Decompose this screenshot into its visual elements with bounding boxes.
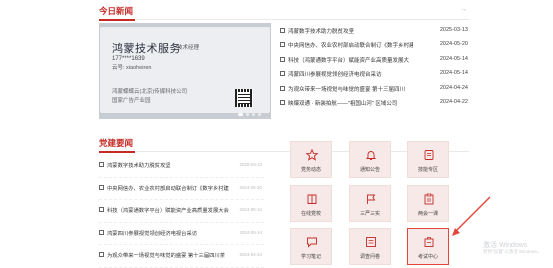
card-company: 鸿蒙蝶蝶云(北京)传媒科技公司 xyxy=(112,89,188,95)
document-icon xyxy=(280,56,285,62)
news-item[interactable]: 科技（鸿蒙通数字平台）赋能资产业高质量发展大 2024-05-14 xyxy=(280,55,470,69)
qr-code-icon xyxy=(235,89,253,107)
party-section-title: 党建要闻 xyxy=(99,138,136,153)
business-card-image: 鸿蒙技术服务 技术经理 177****1639 云号: xiaoheiren 鸿… xyxy=(100,27,270,113)
party-news-title[interactable]: 中央网信办、农业农村部启动联合制订《数字乡村建 xyxy=(107,184,235,192)
news-item-date: 2024-05-20 xyxy=(439,41,468,48)
document-icon xyxy=(280,71,285,77)
news-item-title[interactable]: 科技（鸿蒙通数字平台）赋能资产业高质量发展大 xyxy=(288,56,413,64)
party-news-item[interactable]: 科技（鸿蒙通数字平台）赋能资产业高质量发展大会 2024-05-14 xyxy=(99,200,264,223)
news-item-date: 2024-04-22 xyxy=(439,98,468,105)
news-item-date: 2024-05-14 xyxy=(439,70,468,77)
flag-icon xyxy=(367,194,376,204)
document-icon xyxy=(99,207,104,212)
card-phone: 177****1639 xyxy=(112,56,145,62)
document-icon xyxy=(280,42,285,48)
tile-label: 党务动态 xyxy=(300,167,321,173)
news-item-title[interactable]: 鸿蒙数字技术助力脱贫攻坚 xyxy=(288,27,413,35)
news-item-date: 2024-05-14 xyxy=(439,55,468,62)
news-carousel[interactable]: 鸿蒙技术服务 技术经理 177****1639 云号: xiaoheiren 鸿… xyxy=(99,23,271,119)
card-role: 技术经理 xyxy=(177,45,200,51)
news-section-header: 今日新闻 → xyxy=(99,2,469,21)
news-item[interactable]: 映爆双通 · 新装拍航——"祖国山河" 区域公司 2024-04-22 xyxy=(280,98,470,112)
party-news-item[interactable]: 鸿蒙四川参展视觉领创经济电视台采访 2024-05-14 xyxy=(99,223,264,245)
tile-label: 通知公告 xyxy=(359,167,380,173)
card-park: 国家广告产业园 xyxy=(112,98,151,104)
news-item-title[interactable]: 映爆双通 · 新装拍航——"祖国山河" 区域公司 xyxy=(288,99,413,107)
windows-watermark-subtitle: 转到"设置"以激活 Windows。 xyxy=(483,249,542,254)
badge-icon xyxy=(424,150,434,160)
tile-notice[interactable]: 通知公告 xyxy=(349,141,391,178)
tile-label: 在线党校 xyxy=(300,211,321,217)
document-icon xyxy=(99,252,104,257)
book-icon xyxy=(307,194,317,204)
tile-survey[interactable]: 调查问卷 xyxy=(349,228,391,265)
news-item[interactable]: 中央网信办、农业农村部启动联合制订《数字乡村建 2024-05-20 xyxy=(280,40,470,54)
carousel-dot[interactable] xyxy=(246,113,249,116)
carousel-dots xyxy=(238,113,261,116)
news-item-title[interactable]: 为观众带来一场视觉与味觉的盛宴 第十三届四川 xyxy=(288,85,413,93)
tile-meetings[interactable]: 两会一课 xyxy=(407,185,449,222)
news-item-title[interactable]: 鸿蒙四川参展视觉领创经济电视台采访 xyxy=(288,70,413,78)
tile-online-school[interactable]: 在线党校 xyxy=(290,185,332,222)
document-icon xyxy=(99,229,104,235)
carousel-dot[interactable] xyxy=(252,113,255,116)
party-news-item[interactable]: 为观众带来一场视觉与味觉的盛宴 第十三届四川茶 2024-04-24 xyxy=(99,245,264,268)
function-grid: 党务动态 通知公告 技能专区 在线党校 三严三实 两会一课 学习笔记 调查问卷 … xyxy=(283,141,469,265)
tile-label: 学习笔记 xyxy=(300,254,321,260)
tile-party-news[interactable]: 党务动态 xyxy=(290,141,332,178)
card-name: 鸿蒙技术服务 xyxy=(112,43,181,55)
carousel-dot[interactable] xyxy=(238,113,243,116)
news-item-date: 2024-04-24 xyxy=(439,84,468,91)
party-news-date: 2024-05-14 xyxy=(239,207,262,212)
tile-label: 技能专区 xyxy=(417,167,438,173)
tile-label: 三严三实 xyxy=(359,211,380,217)
carousel-dot[interactable] xyxy=(258,113,261,116)
document-icon xyxy=(280,28,285,33)
tile-skills[interactable]: 技能专区 xyxy=(407,141,449,178)
clipboard-icon xyxy=(424,193,434,205)
news-more-arrow-icon[interactable]: → xyxy=(460,6,467,13)
news-item[interactable]: 为观众带来一场视觉与味觉的盛宴 第十三届四川 2024-04-24 xyxy=(280,84,470,98)
chat-icon xyxy=(307,237,317,248)
exam-icon xyxy=(424,237,434,247)
party-news-date: 2024-05-20 xyxy=(239,184,262,190)
tile-exam-center[interactable]: 考试中心 xyxy=(407,228,449,265)
tile-study-notes[interactable]: 学习笔记 xyxy=(290,228,332,265)
party-news-date: 2024-05-14 xyxy=(239,229,262,235)
news-item[interactable]: 鸿蒙四川参展视觉领创经济电视台采访 2024-05-14 xyxy=(280,69,470,83)
tile-three-strict[interactable]: 三严三实 xyxy=(349,185,391,222)
party-news-title[interactable]: 科技（鸿蒙通数字平台）赋能资产业高质量发展大会 xyxy=(107,206,235,214)
party-news-title[interactable]: 为观众带来一场视觉与味觉的盛宴 第十三届四川茶 xyxy=(107,251,235,259)
party-news-title[interactable]: 鸿蒙四川参展视觉领创经济电视台采访 xyxy=(107,229,235,237)
party-news-list: 鸿蒙数字技术助力脱贫攻坚 2025-03-13 中央网信办、农业农村部启动联合制… xyxy=(99,155,264,268)
form-icon xyxy=(366,237,376,247)
news-list: 鸿蒙数字技术助力脱贫攻坚 2025-03-13 中央网信办、农业农村部启动联合制… xyxy=(280,26,470,112)
news-item-date: 2025-03-13 xyxy=(439,27,468,33)
party-news-date: 2025-03-13 xyxy=(239,162,262,167)
news-item[interactable]: 鸿蒙数字技术助力脱贫攻坚 2025-03-13 xyxy=(280,26,470,40)
document-icon xyxy=(280,99,285,105)
card-id: 云号: xiaoheiren xyxy=(112,65,152,71)
tile-label: 考试中心 xyxy=(417,254,438,260)
party-news-item[interactable]: 中央网信办、农业农村部启动联合制订《数字乡村建 2024-05-20 xyxy=(99,178,264,200)
tile-label: 调查问卷 xyxy=(359,254,380,260)
star-icon xyxy=(306,149,318,161)
party-news-date: 2024-04-24 xyxy=(239,252,262,257)
document-icon xyxy=(99,184,104,190)
party-news-item[interactable]: 鸿蒙数字技术助力脱贫攻坚 2025-03-13 xyxy=(99,155,264,178)
news-item-title[interactable]: 中央网信办、农业农村部启动联合制订《数字乡村建 xyxy=(288,41,413,49)
bell-icon xyxy=(365,151,377,160)
tile-label: 两会一课 xyxy=(417,211,438,217)
party-news-title[interactable]: 鸿蒙数字技术助力脱贫攻坚 xyxy=(107,161,235,169)
document-icon xyxy=(280,85,285,91)
news-section-title: 今日新闻 xyxy=(99,6,136,21)
document-icon xyxy=(99,162,104,167)
